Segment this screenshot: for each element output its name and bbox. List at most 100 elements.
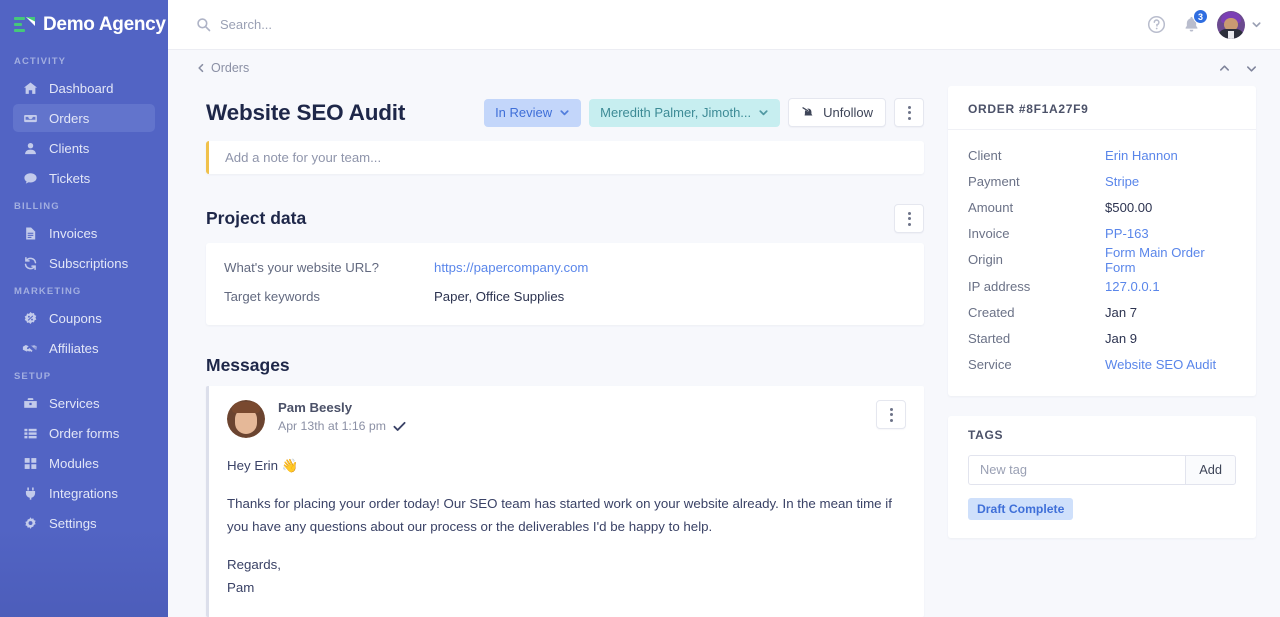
sidebar-item-dashboard[interactable]: Dashboard (13, 74, 155, 102)
help-circle-icon[interactable] (1147, 15, 1166, 34)
sidebar-item-coupons[interactable]: Coupons (13, 304, 155, 332)
chevron-down-icon[interactable] (1245, 62, 1258, 75)
order-detail-value[interactable]: Erin Hannon (1105, 148, 1178, 163)
sidebar-item-tickets[interactable]: Tickets (13, 164, 155, 192)
search-input[interactable] (220, 17, 540, 32)
add-tag-button[interactable]: Add (1185, 455, 1236, 485)
status-dropdown[interactable]: In Review (484, 99, 581, 127)
sidebar-item-orders[interactable]: Orders (13, 104, 155, 132)
top-bar-actions: 3 (1147, 11, 1262, 39)
messages-title: Messages (206, 355, 290, 376)
sidebar-item-label: Order forms (49, 426, 119, 441)
project-data-more-button[interactable] (894, 204, 924, 233)
project-data-key: What's your website URL? (224, 260, 434, 275)
list-icon (22, 425, 38, 441)
kebab-menu-icon (908, 212, 911, 226)
kebab-menu-icon (908, 106, 911, 120)
project-data-value: Paper, Office Supplies (434, 289, 564, 304)
assignee-dropdown[interactable]: Meredith Palmer, Jimoth... (589, 99, 780, 127)
order-detail-value[interactable]: Stripe (1105, 174, 1139, 189)
sidebar-item-services[interactable]: Services (13, 389, 155, 417)
project-data-card: What's your website URL?https://papercom… (206, 243, 924, 325)
page-actions: In Review Meredith Palmer, Jimoth... (484, 98, 924, 127)
kebab-menu-icon (890, 408, 893, 422)
sidebar-item-label: Integrations (49, 486, 118, 501)
order-detail-value[interactable]: Website SEO Audit (1105, 357, 1216, 372)
search-icon (196, 17, 211, 32)
new-tag-input[interactable] (968, 455, 1185, 485)
breadcrumb-bar: Orders (168, 50, 1280, 86)
project-data-header: Project data (206, 204, 924, 233)
sidebar-gradient-overlay (0, 527, 168, 617)
inbox-icon (22, 110, 38, 126)
order-detail-row: ClientErin Hannon (968, 142, 1236, 168)
sidebar-item-settings[interactable]: Settings (13, 509, 155, 537)
grid-icon (22, 455, 38, 471)
order-detail-row: IP address127.0.0.1 (968, 273, 1236, 299)
sidebar-item-label: Clients (49, 141, 89, 156)
brand-name: Demo Agency (43, 14, 166, 36)
content-region: Website SEO Audit In Review Meredith Pal… (168, 86, 1280, 617)
chevron-down-icon (1251, 19, 1262, 30)
message-meta: Pam Beesly Apr 13th at 1:16 pm (278, 400, 863, 433)
team-note-box[interactable] (206, 141, 924, 174)
gear-icon (22, 515, 38, 531)
note-input[interactable] (225, 150, 908, 165)
project-data-key: Target keywords (224, 289, 434, 304)
home-icon (22, 80, 38, 96)
tag-chip[interactable]: Draft Complete (968, 498, 1073, 520)
sidebar-item-label: Dashboard (49, 81, 114, 96)
order-detail-value: Jan 7 (1105, 305, 1137, 320)
page-more-button[interactable] (894, 98, 924, 127)
brand-logo[interactable]: Demo Agency (0, 0, 168, 50)
coupon-badge-icon (22, 310, 38, 326)
messages-header: Messages (206, 355, 924, 376)
sidebar-item-label: Settings (49, 516, 97, 531)
pam-beesly-avatar (227, 400, 265, 438)
assignee-label: Meredith Palmer, Jimoth... (600, 105, 751, 120)
message-body: Hey Erin 👋Thanks for placing your order … (227, 454, 906, 599)
sidebar-item-modules[interactable]: Modules (13, 449, 155, 477)
order-detail-key: Payment (968, 174, 1105, 189)
order-panel-title: ORDER #8F1A27F9 (948, 86, 1256, 130)
order-detail-value[interactable]: Form Main Order Form (1105, 245, 1236, 275)
bell-icon[interactable]: 3 (1182, 15, 1201, 34)
message-more-button[interactable] (876, 400, 906, 429)
order-detail-key: Client (968, 148, 1105, 163)
order-detail-value: $500.00 (1105, 200, 1152, 215)
chat-bubble-icon (22, 170, 38, 186)
sidebar-item-invoices[interactable]: Invoices (13, 219, 155, 247)
sidebar-item-label: Tickets (49, 171, 90, 186)
sidebar-nav: ACTIVITYDashboardOrdersClientsTicketsBIL… (0, 56, 168, 537)
user-menu[interactable] (1217, 11, 1262, 39)
unfollow-button[interactable]: Unfollow (788, 98, 886, 127)
handshake-icon (22, 340, 38, 356)
message-paragraph: Hey Erin 👋 (227, 454, 906, 477)
sidebar-item-order-forms[interactable]: Order forms (13, 419, 155, 447)
breadcrumb-label: Orders (211, 61, 249, 75)
global-search[interactable] (196, 17, 1147, 32)
tags-panel: TAGS Add Draft Complete (948, 416, 1256, 538)
order-detail-value[interactable]: 127.0.0.1 (1105, 279, 1160, 294)
bell-slash-icon (801, 105, 816, 120)
order-detail-row: OriginForm Main Order Form (968, 247, 1236, 273)
order-detail-value[interactable]: PP-163 (1105, 226, 1149, 241)
unfollow-label: Unfollow (823, 105, 873, 120)
project-data-value[interactable]: https://papercompany.com (434, 260, 588, 275)
chevron-up-icon[interactable] (1218, 62, 1231, 75)
sidebar-item-label: Orders (49, 111, 89, 126)
sidebar-item-affiliates[interactable]: Affiliates (13, 334, 155, 362)
sidebar-item-label: Subscriptions (49, 256, 128, 271)
order-detail-row: Amount$500.00 (968, 194, 1236, 220)
sidebar-item-label: Invoices (49, 226, 97, 241)
sidebar-item-label: Affiliates (49, 341, 99, 356)
message-paragraph: Regards,Pam (227, 553, 906, 599)
chevron-down-icon (559, 107, 570, 118)
sidebar-item-integrations[interactable]: Integrations (13, 479, 155, 507)
tag-list: Draft Complete (968, 498, 1236, 520)
breadcrumb[interactable]: Orders (196, 61, 249, 75)
sidebar-item-clients[interactable]: Clients (13, 134, 155, 162)
order-detail-row: InvoicePP-163 (968, 221, 1236, 247)
sidebar-item-subscriptions[interactable]: Subscriptions (13, 249, 155, 277)
page-title: Website SEO Audit (206, 100, 405, 126)
